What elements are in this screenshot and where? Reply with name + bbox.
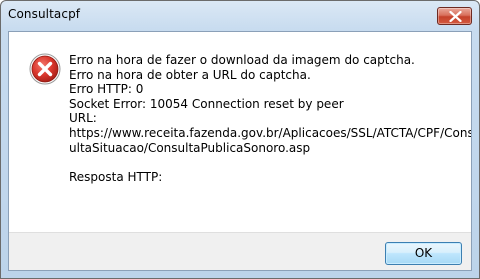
message-line-5: URL: [69,111,97,126]
message-line-2: Erro na hora de obter a URL do captcha. [69,67,311,82]
dialog-client-area: Erro na hora de fazer o download da imag… [8,31,472,271]
message-area: Erro na hora de fazer o download da imag… [9,32,471,232]
message-line-1: Erro na hora de fazer o download da imag… [69,53,415,67]
message-line-4: Socket Error: 10054 Connection reset by … [69,96,344,111]
message-line-3: Erro HTTP: 0 [69,82,144,97]
error-message: Erro na hora de fazer o download da imag… [69,53,472,184]
message-line-6: https://www.receita.fazenda.gov.br/Aplic… [69,125,472,140]
close-button[interactable] [437,7,472,25]
message-line-9: Resposta HTTP: [69,169,163,184]
title-bar[interactable]: Consultacpf [1,1,479,32]
message-line-7: ultaSituacao/ConsultaPublicaSonoro.asp [69,140,311,155]
window-title: Consultacpf [8,7,81,21]
error-icon [29,53,61,85]
close-icon [449,11,462,22]
ok-button[interactable]: OK [385,242,462,265]
button-bar: OK [9,232,471,270]
dialog-window: Consultacpf Erro na hora de fazer o down… [0,0,480,279]
